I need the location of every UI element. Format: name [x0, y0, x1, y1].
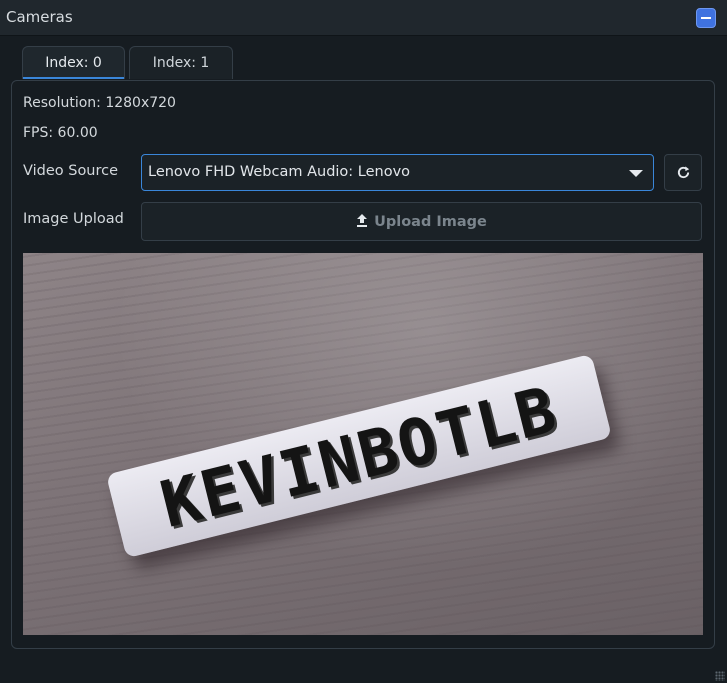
- window-title: Cameras: [6, 8, 73, 26]
- video-source-label: Video Source: [23, 163, 119, 179]
- camera-feed: KEVINBOTLB: [23, 253, 703, 635]
- fps-text: FPS: 60.00: [23, 125, 98, 141]
- upload-button-label: Upload Image: [374, 214, 487, 230]
- active-tab-indicator: [23, 77, 124, 79]
- minus-icon: [701, 17, 711, 19]
- camera-feed-plaque: KEVINBOTLB: [106, 353, 612, 559]
- resize-grip[interactable]: [715, 671, 725, 681]
- video-source-value: Lenovo FHD Webcam Audio: Lenovo: [148, 164, 411, 180]
- tab-label: Index: 1: [152, 55, 210, 71]
- refresh-icon: [677, 166, 690, 179]
- upload-icon: [357, 214, 368, 227]
- upload-image-button[interactable]: Upload Image: [141, 202, 702, 241]
- refresh-button[interactable]: [664, 154, 702, 191]
- collapse-button[interactable]: [696, 8, 716, 28]
- image-upload-label: Image Upload: [23, 211, 124, 227]
- tab-label: Index: 0: [45, 55, 102, 71]
- chevron-down-icon: [629, 170, 643, 177]
- video-source-select[interactable]: Lenovo FHD Webcam Audio: Lenovo: [141, 154, 654, 191]
- title-bar: Cameras: [0, 0, 727, 36]
- tab-index-1[interactable]: Index: 1: [129, 46, 233, 79]
- plaque-text: KEVINBOTLB: [153, 373, 566, 543]
- resolution-text: Resolution: 1280x720: [23, 95, 176, 111]
- tab-index-0[interactable]: Index: 0: [22, 46, 125, 79]
